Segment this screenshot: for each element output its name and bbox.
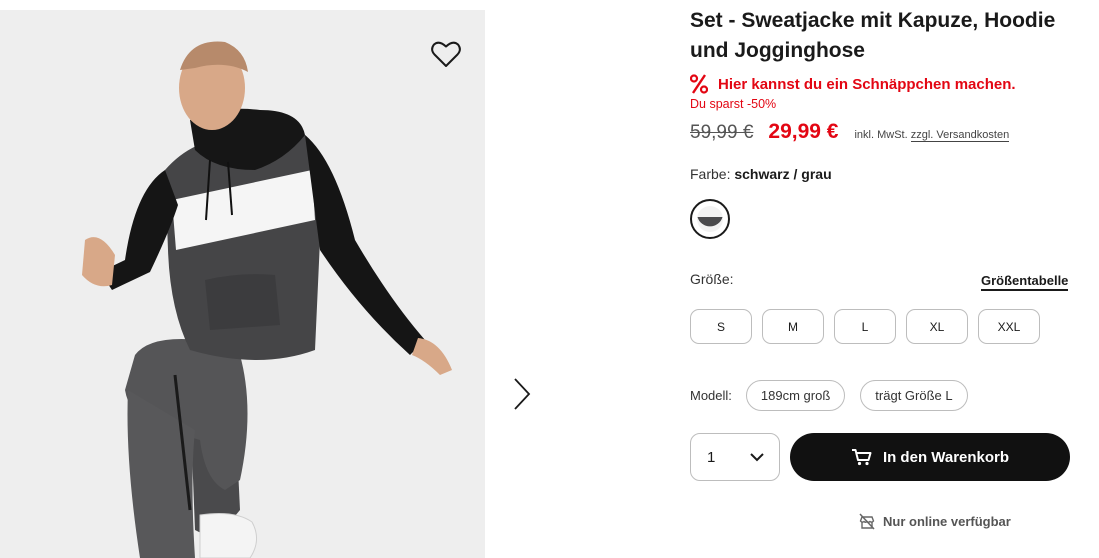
model-label: Modell: [690, 388, 732, 403]
size-option-m[interactable]: M [762, 309, 824, 344]
size-chart-link[interactable]: Größentabelle [981, 273, 1069, 291]
deal-text: Hier kannst du ein Schnäppchen machen. [718, 75, 1016, 93]
tax-info: inkl. MwSt. zzgl. Versandkosten [854, 129, 1010, 142]
tax-text: inkl. MwSt. [854, 129, 908, 141]
swatch-icon [697, 206, 723, 232]
heart-outline-icon [431, 41, 461, 67]
color-label: Farbe: [690, 166, 731, 182]
color-value: schwarz / grau [734, 166, 832, 182]
size-option-s[interactable]: S [690, 309, 752, 344]
wishlist-button[interactable] [428, 36, 464, 72]
size-label: Größe: [690, 271, 734, 287]
deal-banner: Hier kannst du ein Schnäppchen machen. [690, 74, 1016, 94]
product-title: Set - Sweatjacke mit Kapuze, Hoodie und … [690, 9, 1056, 62]
model-height-badge: 189cm groß [745, 380, 846, 411]
shipping-link[interactable]: zzgl. Versandkosten [910, 129, 1010, 142]
model-info: Modell: 189cm groß trägt Größe L [690, 380, 983, 411]
model-size-badge: trägt Größe L [860, 380, 968, 411]
color-swatch-black-grey[interactable] [690, 199, 730, 239]
product-photo [82, 41, 452, 558]
cart-icon [851, 449, 872, 466]
add-to-cart-label: In den Warenkorb [882, 448, 1010, 466]
savings-text: Du sparst -50% [690, 97, 777, 111]
product-image[interactable] [0, 10, 485, 558]
size-options: S M L XL XXL [690, 309, 1040, 344]
online-only-text: Nur online verfügbar [883, 513, 1011, 529]
next-image-button[interactable] [508, 374, 536, 414]
percent-icon [690, 74, 708, 94]
chevron-down-icon [750, 453, 764, 462]
size-option-xl[interactable]: XL [906, 309, 968, 344]
online-only-note: Nur online verfügbar [858, 512, 1011, 530]
quantity-value: 1 [707, 448, 716, 466]
chevron-right-icon [514, 378, 531, 410]
add-to-cart-button[interactable]: In den Warenkorb [790, 433, 1070, 481]
quantity-select[interactable]: 1 [690, 433, 780, 481]
color-label-row: Farbe: schwarz / grau [690, 166, 832, 182]
price-row: 59,99 € 29,99 € inkl. MwSt. zzgl. Versan… [690, 120, 1010, 144]
old-price: 59,99 € [690, 122, 754, 143]
size-option-l[interactable]: L [834, 309, 896, 344]
sale-price: 29,99 € [768, 120, 839, 143]
size-option-xxl[interactable]: XXL [978, 309, 1040, 344]
store-crossed-icon [859, 513, 875, 530]
